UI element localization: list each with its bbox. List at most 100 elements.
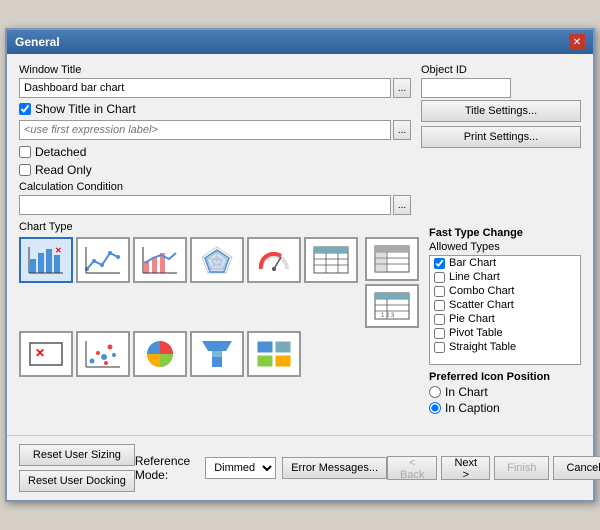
left-top: Window Title ... Show Title in Chart ... [19,64,411,215]
object-id-label: Object ID [421,64,581,76]
cancel-btn[interactable]: Cancel [553,456,600,480]
svg-text:✕: ✕ [55,246,62,255]
line-chart-label: Line Chart [449,271,500,283]
in-chart-row: In Chart [429,385,581,399]
scatter-chart-label: Scatter Chart [449,299,514,311]
in-caption-row: In Caption [429,401,581,415]
pivot-table-label: Pivot Table [449,327,503,339]
icon-position-label: Preferred Icon Position [429,371,581,383]
right-top: Object ID Title Settings... Print Settin… [421,64,581,215]
chart-type-label: Chart Type [19,221,419,233]
window-title-input[interactable] [19,78,391,98]
list-item-scatter: Scatter Chart [430,298,580,312]
fast-type-section: Fast Type Change Allowed Types Bar Chart… [429,227,581,417]
combo-chart-label: Combo Chart [449,285,514,297]
calc-condition-row: ... [19,195,411,215]
read-only-label: Read Only [35,163,92,177]
calc-condition-input[interactable] [19,195,391,215]
read-only-row: Read Only [19,163,411,177]
pivot-table-checkbox[interactable] [434,328,445,339]
scatter-chart-icon[interactable] [76,331,130,377]
chart-icons-row1: ✕ [19,237,419,328]
list-item-pivot: Pivot Table [430,326,580,340]
list-item-combo: Combo Chart [430,284,580,298]
in-chart-radio[interactable] [429,386,441,398]
in-caption-label: In Caption [445,401,500,415]
bar-chart-icon[interactable]: ✕ [19,237,73,283]
expression-input[interactable] [19,120,391,140]
combo-chart-checkbox[interactable] [434,286,445,297]
select-box-icon[interactable]: ✕ [19,331,73,377]
pivot-icon-right-top[interactable] [365,237,419,281]
object-id-input[interactable] [421,78,511,98]
detached-checkbox[interactable] [19,146,31,158]
nav-buttons: < Back Next > Finish Cancel Help [387,456,600,480]
svg-text:1 2 3: 1 2 3 [381,313,395,319]
spider-chart-icon[interactable] [190,237,244,283]
top-row: Window Title ... Show Title in Chart ... [19,64,581,215]
general-window: General ✕ Window Title ... Show Title in… [5,28,595,502]
scatter-chart-checkbox[interactable] [434,300,445,311]
table-icon-right-bottom[interactable]: 1 2 3 [365,284,419,328]
bottom-center: Reference Mode: Dimmed Normal Hidden Err… [135,454,387,482]
expression-ellipsis-btn[interactable]: ... [393,120,411,140]
in-chart-label: In Chart [445,385,488,399]
show-title-row: Show Title in Chart [19,102,411,116]
detached-row: Detached [19,145,411,159]
detached-label: Detached [35,145,86,159]
show-title-checkbox[interactable] [19,103,31,115]
chart-type-area: Chart Type ✕ [19,221,419,417]
title-bar: General ✕ [7,30,593,54]
line-chart-icon[interactable] [76,237,130,283]
list-item-straight: Straight Table [430,340,580,354]
reset-sizing-btn[interactable]: Reset User Sizing [19,444,135,466]
close-button[interactable]: ✕ [569,34,585,50]
calc-condition-ellipsis-btn[interactable]: ... [393,195,411,215]
chart-types-listbox[interactable]: Bar Chart Line Chart Combo Chart Sc [429,255,581,365]
show-title-label: Show Title in Chart [35,102,136,116]
allowed-types-label: Allowed Types [429,241,581,253]
error-messages-btn[interactable]: Error Messages... [282,457,387,479]
window-title-label: Window Title [19,64,411,76]
print-settings-btn[interactable]: Print Settings... [421,126,581,148]
straight-table-label: Straight Table [449,341,516,353]
content-area: Window Title ... Show Title in Chart ... [7,54,593,427]
calc-condition-label: Calculation Condition [19,181,411,193]
icon-position-section: Preferred Icon Position In Chart In Capt… [429,371,581,415]
combo-chart-icon[interactable] [133,237,187,283]
in-caption-radio[interactable] [429,402,441,414]
bar-chart-checkbox[interactable] [434,258,445,269]
bottom-bar: Reset User Sizing Reset User Docking Ref… [7,435,593,500]
right-chart-icons: 1 2 3 [365,237,419,328]
gauge-chart-icon[interactable] [247,237,301,283]
right-buttons: Title Settings... Print Settings... [421,100,581,148]
listbox-with-scroll: Bar Chart Line Chart Combo Chart Sc [429,255,581,365]
straight-table-checkbox[interactable] [434,342,445,353]
window-title-row: ... [19,78,411,98]
pie-chart-icon[interactable] [133,331,187,377]
bottom-left-buttons: Reset User Sizing Reset User Docking [19,444,135,492]
pie-chart-label: Pie Chart [449,313,495,325]
reference-mode-select[interactable]: Dimmed Normal Hidden [205,457,276,479]
tiles-chart-icon[interactable] [247,331,301,377]
main-area: Chart Type ✕ [19,221,581,417]
bar-chart-label: Bar Chart [449,257,496,269]
pie-chart-checkbox[interactable] [434,314,445,325]
read-only-checkbox[interactable] [19,164,31,176]
funnel-chart-icon[interactable] [190,331,244,377]
list-item-bar: Bar Chart [430,256,580,270]
reset-docking-btn[interactable]: Reset User Docking [19,470,135,492]
reference-mode-label: Reference Mode: [135,454,199,482]
chart-icons-row2: ✕ [19,331,419,377]
window-title-ellipsis-btn[interactable]: ... [393,78,411,98]
expression-row: ... [19,120,411,140]
fast-type-label: Fast Type Change [429,227,581,239]
grid-chart-icon[interactable] [304,237,358,283]
title-settings-btn[interactable]: Title Settings... [421,100,581,122]
finish-btn[interactable]: Finish [494,456,549,480]
list-item-pie: Pie Chart [430,312,580,326]
line-chart-checkbox[interactable] [434,272,445,283]
list-item-line: Line Chart [430,270,580,284]
next-btn[interactable]: Next > [441,456,490,480]
back-btn[interactable]: < Back [387,456,437,480]
